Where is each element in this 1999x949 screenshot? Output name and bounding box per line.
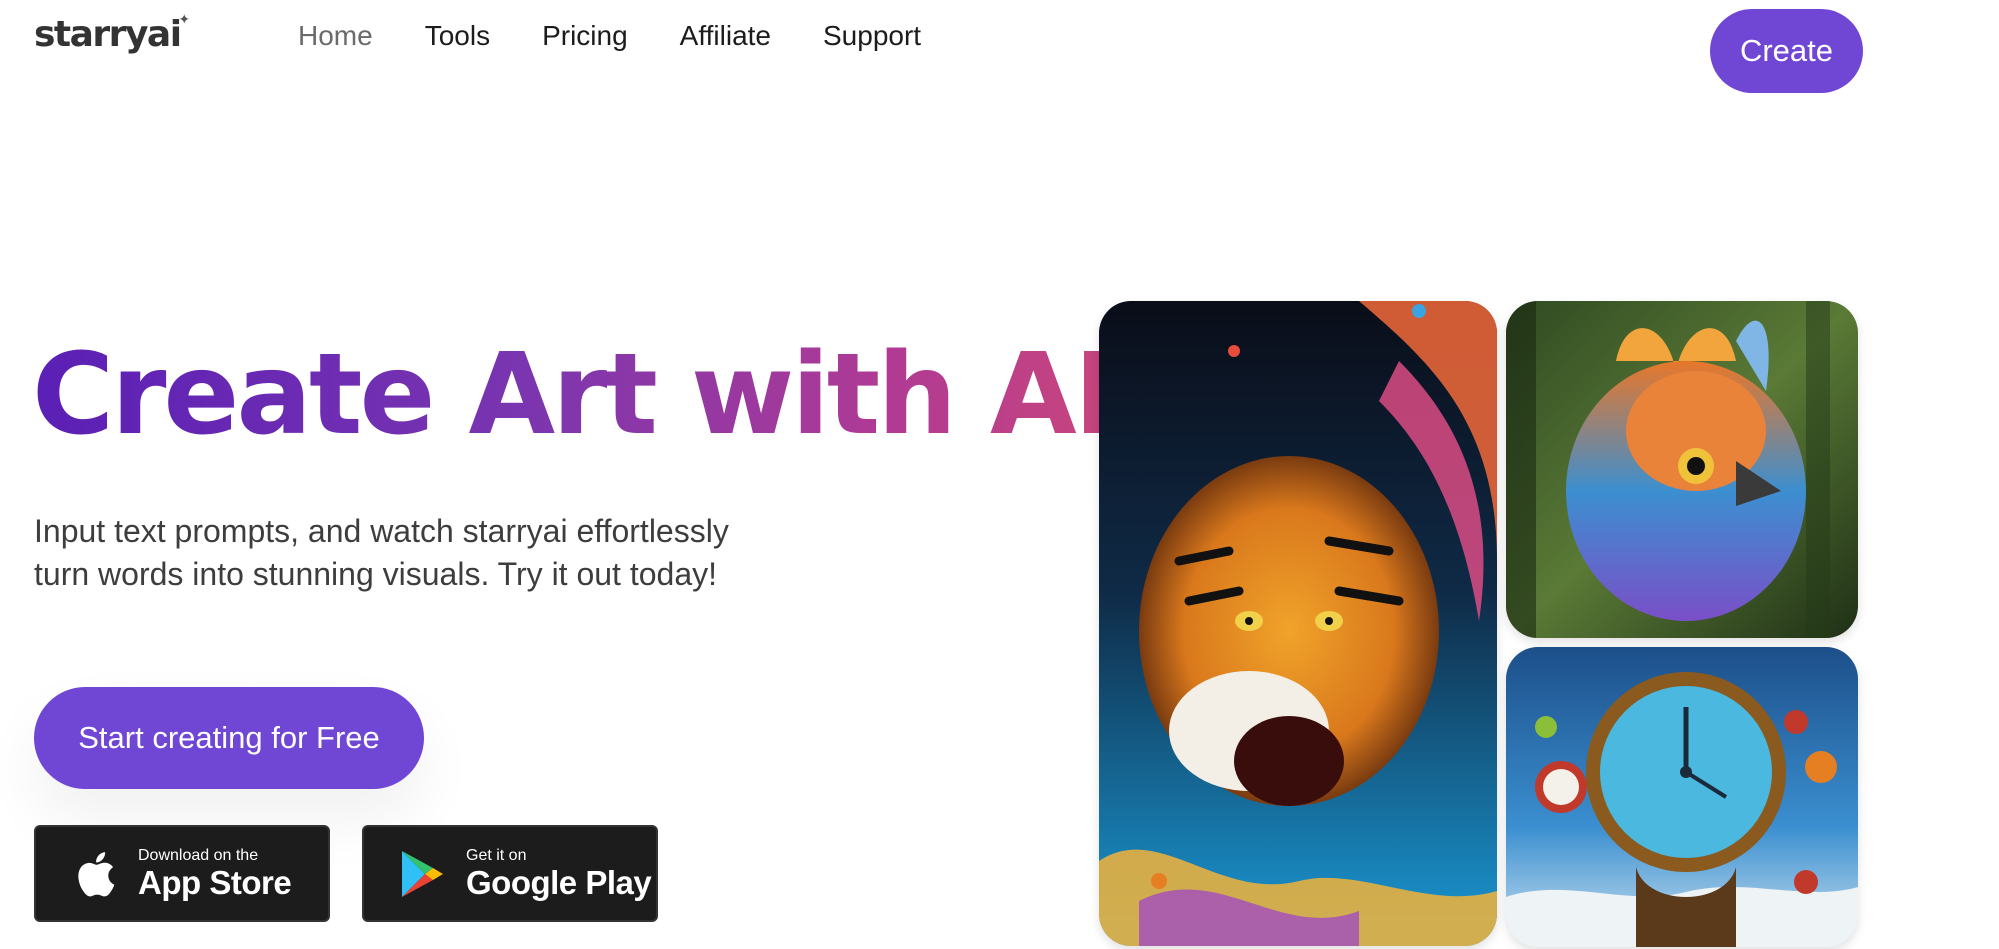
apple-icon	[64, 844, 124, 904]
nav-support[interactable]: Support	[823, 18, 921, 54]
nav-affiliate[interactable]: Affiliate	[680, 18, 771, 54]
google-play-big: Google Play	[466, 863, 652, 901]
app-store-badge[interactable]: Download on the App Store	[34, 825, 330, 922]
main-nav: Home Tools Pricing Affiliate Support	[298, 18, 973, 54]
nav-pricing[interactable]: Pricing	[542, 18, 628, 54]
nav-tools[interactable]: Tools	[425, 18, 490, 54]
logo-text: starryai	[34, 14, 182, 55]
logo[interactable]: starryai ✦	[34, 12, 190, 55]
create-button[interactable]: Create	[1710, 9, 1863, 93]
nav-home[interactable]: Home	[298, 18, 373, 54]
clock-artwork-image	[1506, 647, 1858, 947]
tiger-artwork-image	[1099, 301, 1497, 946]
google-play-badge[interactable]: Get it on Google Play	[362, 825, 658, 922]
start-creating-button[interactable]: Start creating for Free	[34, 687, 424, 789]
bird-artwork-image	[1506, 301, 1858, 638]
hero-title: Create Art with AI	[32, 330, 1115, 460]
hero-subtitle: Input text prompts, and watch starryai e…	[34, 510, 794, 596]
app-store-small: Download on the	[138, 846, 259, 864]
google-play-icon	[392, 844, 452, 904]
google-play-small: Get it on	[466, 846, 527, 864]
hero-subtitle-line-2: turn words into stunning visuals. Try it…	[34, 556, 717, 592]
sparkle-icon: ✦	[178, 12, 190, 28]
app-store-big: App Store	[138, 863, 292, 901]
hero-subtitle-line-1: Input text prompts, and watch starryai e…	[34, 513, 729, 549]
